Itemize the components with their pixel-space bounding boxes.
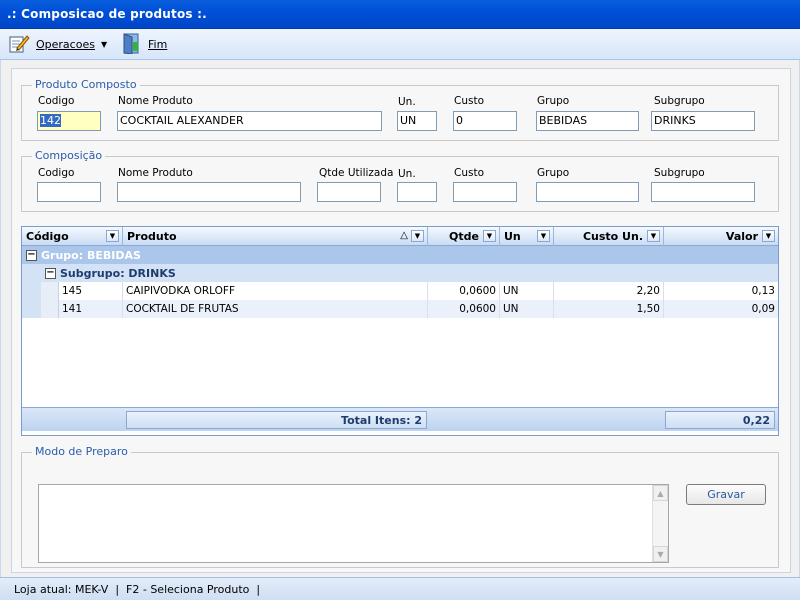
- composicao-legend: Composição: [32, 149, 106, 162]
- cell-qtde: 0,0600: [428, 282, 500, 300]
- table-row[interactable]: 141 COCKTAIL DE FRUTAS 0,0600 UN 1,50 0,…: [59, 300, 778, 318]
- comp-custo-label: Custo: [454, 167, 484, 179]
- fim-label: Fim: [148, 37, 168, 51]
- comp-subgrupo-field[interactable]: [651, 182, 755, 202]
- modo-preparo-textarea[interactable]: ▲ ▼: [38, 484, 669, 563]
- codigo-label: Codigo: [38, 95, 75, 107]
- collapse-icon[interactable]: −: [26, 249, 37, 261]
- scroll-down-icon[interactable]: ▼: [653, 546, 668, 562]
- produto-composto-legend: Produto Composto: [32, 78, 140, 91]
- comp-nome-produto-field[interactable]: [117, 182, 301, 202]
- subgrupo-label: Subgrupo: [654, 95, 705, 107]
- modo-preparo-legend: Modo de Preparo: [32, 445, 131, 458]
- comp-un-field[interactable]: [397, 182, 437, 202]
- total-valor-summary: 0,22: [665, 411, 775, 429]
- comp-subgrupo-label: Subgrupo: [654, 167, 705, 179]
- col-header-produto[interactable]: Produto △ ▼: [123, 227, 428, 246]
- comp-codigo-label: Codigo: [38, 167, 75, 179]
- operacoes-label: Operacoes: [36, 37, 95, 51]
- filter-dropdown-icon[interactable]: ▼: [483, 230, 496, 242]
- nome-produto-label: Nome Produto: [118, 95, 193, 107]
- gravar-button[interactable]: Gravar: [686, 484, 766, 505]
- filter-dropdown-icon[interactable]: ▼: [411, 230, 424, 242]
- group-label: Grupo: BEBIDAS: [41, 248, 141, 262]
- collapse-icon[interactable]: −: [45, 267, 56, 279]
- fim-button[interactable]: Fim: [120, 32, 168, 57]
- table-row[interactable]: 145 CAIPIVODKA ORLOFF 0,0600 UN 2,20 0,1…: [59, 282, 778, 300]
- modo-preparo-group: Modo de Preparo ▲ ▼ Gravar: [21, 445, 779, 568]
- grid-footer: Total Itens: 2 0,22: [22, 407, 778, 431]
- subgroup-indent: [41, 282, 59, 318]
- subgroup-label: Subgrupo: DRINKS: [60, 266, 176, 280]
- group-row[interactable]: − Grupo: BEBIDAS: [22, 246, 778, 264]
- produto-composto-group: Produto Composto Codigo Nome Produto Un.…: [21, 78, 779, 141]
- comp-codigo-field[interactable]: [37, 182, 101, 202]
- scroll-up-icon[interactable]: ▲: [653, 485, 668, 501]
- grid-header: Código ▼ Produto △ ▼ Qtde ▼ Un ▼ Custo U…: [22, 227, 778, 246]
- custo-field[interactable]: 0: [453, 111, 517, 131]
- col-header-valor[interactable]: Valor ▼: [664, 227, 778, 246]
- cell-custo: 2,20: [554, 282, 664, 300]
- un-field[interactable]: UN: [397, 111, 437, 131]
- nome-produto-field[interactable]: COCKTAIL ALEXANDER: [117, 111, 382, 131]
- content-panel: Produto Composto Codigo Nome Produto Un.…: [11, 68, 791, 573]
- vertical-scrollbar[interactable]: ▲ ▼: [652, 485, 668, 562]
- subgrupo-field[interactable]: DRINKS: [651, 111, 755, 131]
- filter-dropdown-icon[interactable]: ▼: [647, 230, 660, 242]
- composition-grid[interactable]: Código ▼ Produto △ ▼ Qtde ▼ Un ▼ Custo U…: [21, 226, 779, 436]
- comp-grupo-label: Grupo: [537, 167, 570, 179]
- col-header-qtde[interactable]: Qtde ▼: [428, 227, 500, 246]
- status-text: Loja atual: MEK-V | F2 - Seleciona Produ…: [14, 582, 261, 596]
- filter-dropdown-icon[interactable]: ▼: [106, 230, 119, 242]
- window-title: .: Composicao de produtos :.: [7, 7, 207, 21]
- grupo-field[interactable]: BEBIDAS: [536, 111, 639, 131]
- exit-door-icon: [120, 32, 142, 57]
- cell-codigo: 141: [59, 300, 123, 318]
- comp-grupo-field[interactable]: [536, 182, 639, 202]
- codigo-field[interactable]: 142: [37, 111, 101, 131]
- chevron-down-icon: ▼: [100, 39, 108, 49]
- custo-label: Custo: [454, 95, 484, 107]
- un-label: Un.: [398, 96, 416, 108]
- total-itens-summary: Total Itens: 2: [126, 411, 427, 429]
- main-area: Produto Composto Codigo Nome Produto Un.…: [0, 60, 800, 577]
- cell-valor: 0,13: [664, 282, 778, 300]
- filter-dropdown-icon[interactable]: ▼: [537, 230, 550, 242]
- title-bar: .: Composicao de produtos :.: [0, 0, 800, 29]
- comp-qtde-field[interactable]: [317, 182, 381, 202]
- cell-custo: 1,50: [554, 300, 664, 318]
- subgroup-row[interactable]: − Subgrupo: DRINKS: [41, 264, 778, 282]
- cell-codigo: 145: [59, 282, 123, 300]
- comp-custo-field[interactable]: [453, 182, 517, 202]
- cell-un: UN: [500, 282, 554, 300]
- toolbar: Operacoes ▼ Fim: [0, 29, 800, 60]
- col-header-un[interactable]: Un ▼: [500, 227, 554, 246]
- cell-valor: 0,09: [664, 300, 778, 318]
- grupo-label: Grupo: [537, 95, 570, 107]
- status-bar: Loja atual: MEK-V | F2 - Seleciona Produ…: [0, 577, 800, 600]
- col-header-custo-un[interactable]: Custo Un. ▼: [554, 227, 664, 246]
- group-indent: [22, 264, 41, 318]
- comp-qtde-label: Qtde Utilizada: [319, 167, 394, 179]
- sort-ascending-icon: △: [400, 230, 408, 241]
- comp-un-label: Un.: [398, 168, 416, 180]
- cell-qtde: 0,0600: [428, 300, 500, 318]
- operacoes-menu-button[interactable]: Operacoes ▼: [8, 33, 107, 55]
- cell-produto: CAIPIVODKA ORLOFF: [123, 282, 428, 300]
- cell-produto: COCKTAIL DE FRUTAS: [123, 300, 428, 318]
- edit-document-icon: [8, 33, 30, 56]
- filter-dropdown-icon[interactable]: ▼: [762, 230, 775, 242]
- composicao-group: Composição Codigo Nome Produto Qtde Util…: [21, 149, 779, 212]
- comp-nome-produto-label: Nome Produto: [118, 167, 193, 179]
- col-header-codigo[interactable]: Código ▼: [22, 227, 123, 246]
- cell-un: UN: [500, 300, 554, 318]
